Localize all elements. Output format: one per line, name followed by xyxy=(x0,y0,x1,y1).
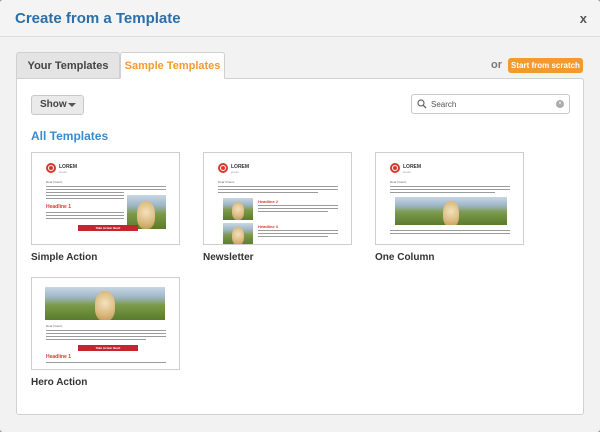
text-line xyxy=(390,233,510,234)
thumb-brand-sub: ipsum xyxy=(403,170,412,174)
show-dropdown[interactable]: Show xyxy=(31,95,84,115)
template-name: Simple Action xyxy=(31,252,98,263)
text-line xyxy=(46,198,124,199)
show-dropdown-label: Show xyxy=(40,99,67,110)
thumb-greeting: Dear Friend, xyxy=(46,180,63,184)
alpaca-photo xyxy=(223,223,253,244)
alpaca-photo xyxy=(127,195,166,229)
text-line xyxy=(46,339,146,340)
chevron-down-icon xyxy=(68,103,76,107)
tab-sample-templates[interactable]: Sample Templates xyxy=(120,52,225,79)
alpaca-figure xyxy=(137,201,155,229)
alpaca-figure xyxy=(232,202,244,220)
text-line xyxy=(46,215,124,216)
thumb-cta: Take Action Now! xyxy=(78,345,138,351)
template-card-one-column[interactable]: LOREM ipsum Dear Friend, xyxy=(375,152,524,245)
text-line xyxy=(258,205,338,206)
search-icon xyxy=(417,99,427,109)
alpaca-figure xyxy=(443,201,459,225)
thumb-brand-sub: ipsum xyxy=(59,170,68,174)
modal-header: Create from a Template x xyxy=(0,0,600,37)
brand-logo-icon xyxy=(390,163,400,173)
start-from-scratch-button[interactable]: Start from scratch xyxy=(508,58,583,73)
template-card-hero-action[interactable]: Dear Friend, Take Action Now! Headline 1 xyxy=(31,277,180,370)
thumb-headline: Headline 2 xyxy=(258,199,279,204)
template-name: Hero Action xyxy=(31,377,88,388)
text-line xyxy=(46,218,124,219)
brand-logo-icon xyxy=(218,163,228,173)
thumb-greeting: Dear Friend, xyxy=(218,180,235,184)
thumb-greeting: Dear Friend, xyxy=(390,180,407,184)
thumb-headline: Headline 3 xyxy=(258,224,279,229)
search-input[interactable] xyxy=(431,97,551,111)
thumb-headline: Headline 1 xyxy=(46,204,72,210)
text-line xyxy=(46,192,124,193)
tab-your-templates[interactable]: Your Templates xyxy=(16,52,120,79)
templates-panel: Show × All Templates LOREM ipsum Dear Fr… xyxy=(16,78,584,415)
text-line xyxy=(46,333,166,334)
create-template-modal: Create from a Template x Your Templates … xyxy=(0,0,600,432)
thumb-headline: Headline 1 xyxy=(46,354,72,360)
template-card-simple-action[interactable]: LOREM ipsum Dear Friend, Headline 1 Take… xyxy=(31,152,180,245)
clear-search-icon[interactable]: × xyxy=(556,100,564,108)
alpaca-figure xyxy=(95,291,115,320)
text-line xyxy=(390,192,495,193)
text-line xyxy=(46,189,166,190)
text-line xyxy=(390,186,510,187)
close-button[interactable]: x xyxy=(580,11,587,26)
text-line xyxy=(218,192,318,193)
template-name: Newsletter xyxy=(203,252,254,263)
search-box[interactable]: × xyxy=(411,94,570,114)
text-line xyxy=(258,230,338,231)
text-line xyxy=(258,233,338,234)
text-line xyxy=(46,186,166,187)
thumb-cta: Take Action Now! xyxy=(78,225,138,231)
thumb-greeting: Dear Friend, xyxy=(46,324,63,328)
or-text: or xyxy=(491,59,502,71)
text-line xyxy=(46,362,166,363)
text-line xyxy=(46,195,124,196)
thumb-brand-sub: ipsum xyxy=(231,170,240,174)
section-title: All Templates xyxy=(31,129,109,143)
text-line xyxy=(258,208,338,209)
text-line xyxy=(258,236,328,237)
text-line xyxy=(46,330,166,331)
alpaca-photo xyxy=(45,287,165,320)
template-name: One Column xyxy=(375,252,435,263)
text-line xyxy=(258,211,328,212)
text-line xyxy=(390,230,510,231)
alpaca-figure xyxy=(232,227,244,244)
text-line xyxy=(390,189,510,190)
alpaca-photo xyxy=(223,198,253,220)
text-line xyxy=(46,336,166,337)
alpaca-photo xyxy=(395,197,507,225)
text-line xyxy=(46,212,124,213)
brand-logo-icon xyxy=(46,163,56,173)
text-line xyxy=(218,186,338,187)
modal-title: Create from a Template xyxy=(15,10,181,27)
template-card-newsletter[interactable]: LOREM ipsum Dear Friend, Headline 2 Head… xyxy=(203,152,352,245)
text-line xyxy=(218,189,338,190)
